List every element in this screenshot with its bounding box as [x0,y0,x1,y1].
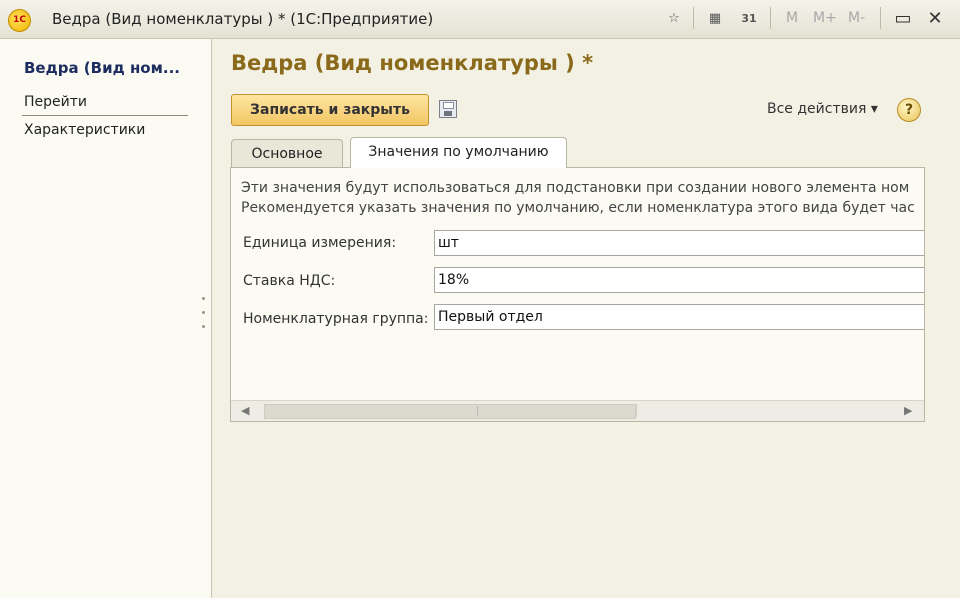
memory-m-button[interactable]: M [786,8,798,28]
memory-minus-button[interactable]: M- [848,8,865,28]
memory-plus-button[interactable]: M+ [813,8,837,28]
splitter-handle[interactable] [202,325,205,328]
tab-default-values[interactable]: Значения по умолчанию [350,137,567,168]
nav-item-go-to[interactable]: Перейти [24,94,87,110]
scrollbar-grip [477,406,478,416]
toolbar-separator [880,7,881,29]
scroll-right-icon[interactable]: ▶ [904,404,912,417]
scroll-left-icon[interactable]: ◀ [241,404,249,417]
splitter-handle[interactable] [202,311,205,314]
unit-field[interactable]: шт [434,230,924,256]
all-actions-menu[interactable]: Все действия ▾ [767,101,878,117]
favorites-star-icon[interactable]: ☆ [665,9,683,28]
calculator-icon[interactable]: ▦ [706,9,724,28]
vat-rate-field[interactable]: 18% [434,267,924,293]
tab-panel-default-values: Эти значения будут использоваться для по… [230,167,925,422]
navigation-panel: Ведра (Вид ном... Перейти Характеристики [0,39,212,598]
toolbar-separator [770,7,771,29]
tab-main[interactable]: Основное [231,139,343,167]
save-disk-icon[interactable] [439,100,457,118]
close-icon[interactable]: ✕ [925,9,945,28]
nav-panel-title: Ведра (Вид ном... [24,59,180,77]
toolbar-separator [693,7,694,29]
vat-rate-label: Ставка НДС: [243,273,336,289]
window-titlebar: 1С Ведра (Вид номенклатуры ) * (1С:Предп… [0,0,960,39]
unit-label: Единица измерения: [243,235,397,251]
calendar-icon[interactable]: 31 [740,9,758,28]
restore-window-icon[interactable]: ▭ [893,9,913,28]
info-text-line: Эти значения будут использоваться для по… [241,180,910,196]
nomenclature-group-field[interactable]: Первый отдел [434,304,924,330]
scrollbar-thumb[interactable] [264,404,636,419]
splitter-handle[interactable] [202,297,205,300]
nomenclature-group-label: Номенклатурная группа: [243,311,429,327]
app-logo-icon: 1С [8,9,31,32]
form-title: Ведра (Вид номенклатуры ) * [231,51,594,75]
scrollbar-track[interactable] [636,404,899,417]
nav-divider [22,115,188,116]
horizontal-scrollbar[interactable]: ◀ ▶ [231,400,924,421]
info-text-line: Рекомендуется указать значения по умолча… [241,200,915,216]
save-and-close-button[interactable]: Записать и закрыть [231,94,429,126]
window-title: Ведра (Вид номенклатуры ) * (1С:Предприя… [52,10,434,28]
help-icon[interactable]: ? [897,98,921,122]
nav-item-characteristics[interactable]: Характеристики [24,122,145,138]
